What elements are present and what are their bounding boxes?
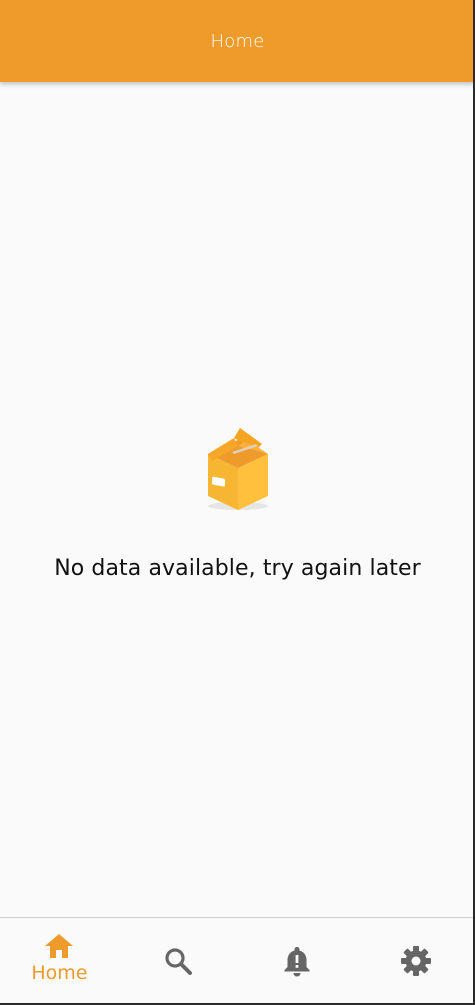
page-title: Home: [210, 30, 265, 52]
bell-alert-icon: [284, 947, 310, 977]
nav-item-home[interactable]: Home: [0, 918, 119, 1003]
nav-item-search[interactable]: [119, 918, 238, 1003]
nav-item-settings[interactable]: [356, 918, 473, 1003]
bottom-navigation: Home: [0, 917, 473, 1003]
gear-icon: [400, 946, 431, 976]
nav-item-notifications[interactable]: [238, 918, 357, 1003]
app-bar: Home: [0, 0, 473, 82]
home-icon: [45, 934, 74, 958]
home-screen: Home No data available, try again later: [0, 0, 475, 1005]
empty-box-icon: [207, 428, 268, 510]
empty-state-message: No data available, try again later: [54, 556, 421, 581]
nav-item-home-label: Home: [31, 962, 88, 984]
search-icon: [165, 948, 193, 975]
empty-state: No data available, try again later: [0, 420, 473, 581]
